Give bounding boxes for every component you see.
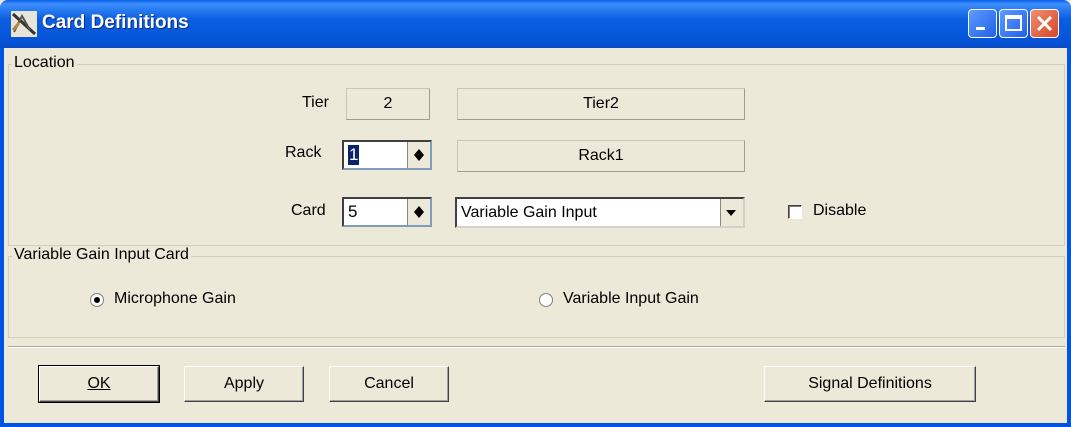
spin-down-icon[interactable] [414, 212, 424, 218]
close-button[interactable] [1030, 9, 1059, 38]
apply-button[interactable]: Apply [184, 366, 304, 402]
card-label: Card [291, 202, 326, 219]
ok-button[interactable]: OK [38, 365, 160, 403]
close-icon [1036, 15, 1053, 32]
card-definitions-window: Card Definitions Location Tier 2 Tier2 R… [0, 0, 1071, 427]
disable-checkbox[interactable] [788, 205, 802, 219]
minimize-button[interactable] [968, 9, 997, 38]
card-type-dropdown[interactable]: Variable Gain Input [455, 197, 745, 228]
maximize-button[interactable] [999, 9, 1028, 38]
maximize-icon [1005, 15, 1022, 31]
card-type-value: Variable Gain Input [461, 204, 597, 221]
title-bar[interactable]: Card Definitions [0, 0, 1071, 48]
rack-spin-buttons[interactable] [407, 142, 430, 168]
divider [8, 346, 1065, 348]
rack-spinner[interactable]: 1 [342, 140, 432, 170]
microphone-gain-label[interactable]: Microphone Gain [114, 290, 236, 308]
variable-input-gain-radio[interactable] [539, 293, 553, 307]
app-icon [11, 11, 37, 37]
tier-name-field: Tier2 [457, 88, 745, 120]
location-group-title: Location [12, 54, 77, 72]
dropdown-button[interactable] [720, 199, 743, 226]
cancel-button[interactable]: Cancel [329, 366, 449, 402]
minimize-icon [976, 27, 985, 30]
spin-down-icon[interactable] [414, 155, 424, 161]
dialog-client-area: Location Tier 2 Tier2 Rack 1 Rack1 Card … [4, 48, 1067, 423]
signal-definitions-button[interactable]: Signal Definitions [764, 366, 976, 402]
card-spinner[interactable]: 5 [342, 197, 432, 227]
rack-name-field: Rack1 [457, 140, 745, 172]
tier-label: Tier [302, 94, 329, 111]
window-title: Card Definitions [42, 12, 189, 33]
tier-value: 2 [346, 88, 430, 120]
microphone-gain-radio[interactable] [90, 293, 104, 307]
card-value[interactable]: 5 [348, 202, 357, 222]
rack-value[interactable]: 1 [348, 145, 360, 165]
chevron-down-icon [726, 210, 736, 216]
card-spin-buttons[interactable] [407, 199, 430, 225]
ok-label: OK [87, 375, 111, 392]
rack-label: Rack [285, 144, 322, 161]
input-card-group-title: Variable Gain Input Card [12, 246, 191, 264]
variable-input-gain-label[interactable]: Variable Input Gain [563, 290, 699, 308]
disable-label[interactable]: Disable [813, 202, 866, 220]
